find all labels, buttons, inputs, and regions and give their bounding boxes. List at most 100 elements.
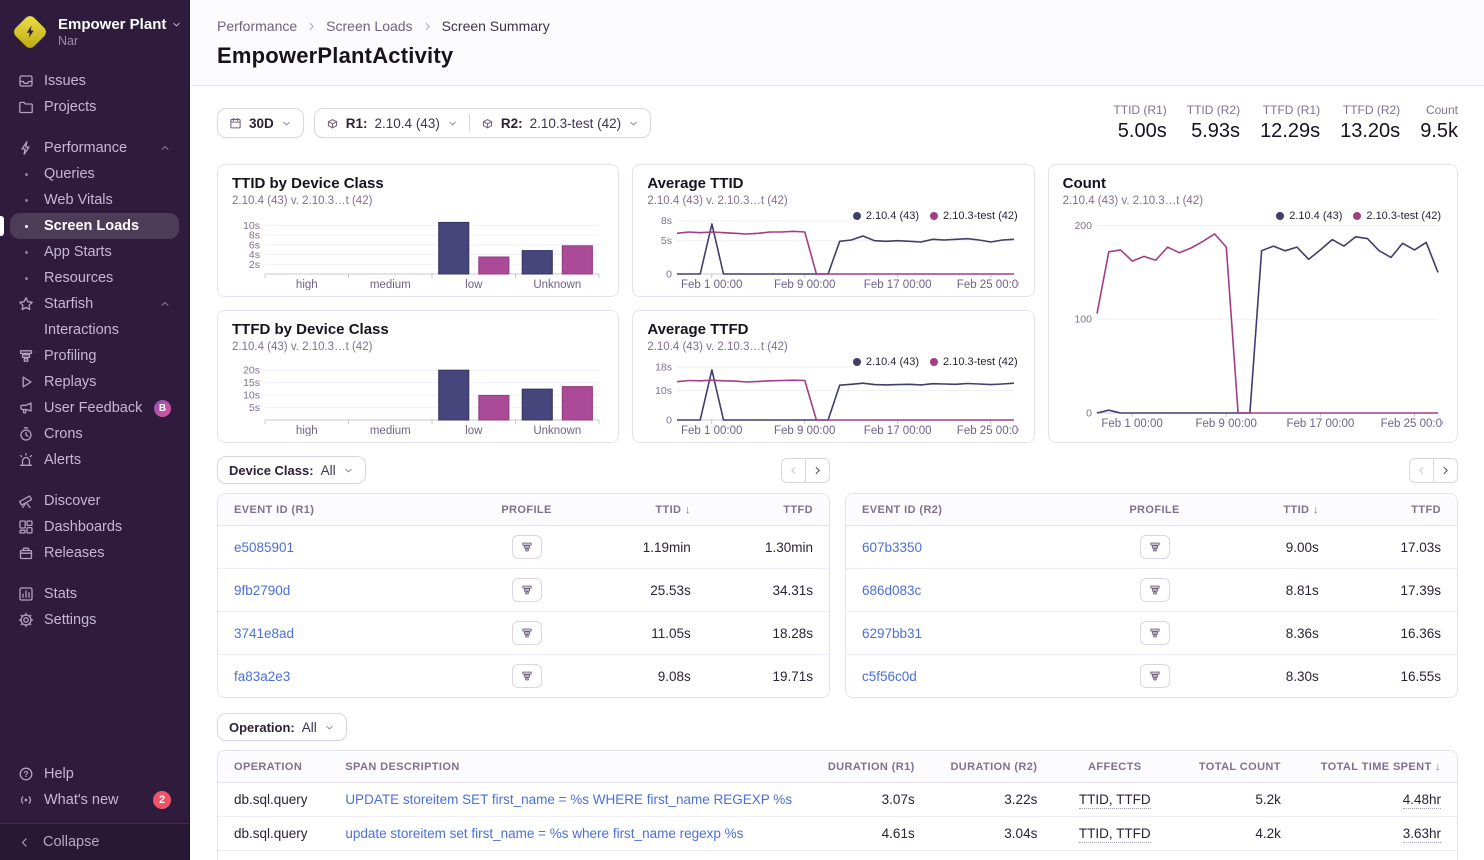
sidebar-item-releases[interactable]: Releases	[10, 540, 179, 566]
sidebar-item-alerts[interactable]: Alerts	[10, 447, 179, 473]
sidebar-item-profiling[interactable]: Profiling	[10, 343, 179, 369]
svg-text:18s: 18s	[655, 361, 672, 373]
profiling-icon	[1149, 670, 1161, 682]
span-description-link[interactable]: update storeitem set first_name = %s whe…	[345, 826, 743, 841]
sidebar-item-help[interactable]: Help	[10, 761, 179, 787]
sidebar-item-queries[interactable]: Queries	[10, 161, 179, 187]
profile-button[interactable]	[1140, 664, 1170, 688]
r2-table-pagination	[1409, 458, 1458, 483]
profile-button[interactable]	[512, 535, 542, 559]
sidebar-item-crons[interactable]: Crons	[10, 421, 179, 447]
sidebar-item-dashboards[interactable]: Dashboards	[10, 514, 179, 540]
event-id-link[interactable]: fa83a2e3	[234, 669, 290, 684]
main-content: Performance Screen Loads Screen Summary …	[190, 0, 1484, 860]
svg-text:Unknown: Unknown	[533, 279, 581, 290]
breadcrumb-screen-loads[interactable]: Screen Loads	[326, 18, 412, 34]
svg-text:Feb 1 00:00: Feb 1 00:00	[681, 425, 742, 436]
svg-text:low: low	[465, 425, 483, 436]
event-id-link[interactable]: 607b3350	[862, 540, 922, 555]
event-id-link[interactable]: e5085901	[234, 540, 294, 555]
date-range-filter[interactable]: 30D	[217, 108, 304, 138]
svg-text:high: high	[296, 279, 318, 290]
chart-legend[interactable]: 2.10.4 (43)2.10.3-test (42)	[1272, 210, 1441, 222]
column-span-description[interactable]: SPAN DESCRIPTION	[329, 751, 808, 783]
sidebar-item-starfish[interactable]: Starfish	[10, 291, 179, 317]
column-ttid-sorted[interactable]: TTID ↓	[585, 494, 707, 526]
column-operation[interactable]: OPERATION	[218, 751, 329, 783]
sidebar-item-performance[interactable]: Performance	[10, 135, 179, 161]
svg-text:5s: 5s	[249, 402, 260, 414]
svg-text:Feb 1 00:00: Feb 1 00:00	[1101, 418, 1162, 429]
affects-value[interactable]: TTID, TTFD	[1079, 792, 1151, 809]
collapse-sidebar-button[interactable]: Collapse	[0, 823, 189, 860]
column-total-time-spent-sorted[interactable]: TOTAL TIME SPENT ↓	[1297, 751, 1457, 783]
operation-filter[interactable]: Operation: All	[217, 713, 347, 741]
column-ttfd[interactable]: TTFD	[1335, 494, 1457, 526]
chart-legend[interactable]: 2.10.4 (43)2.10.3-test (42)	[849, 356, 1018, 368]
sidebar-item-whats-new[interactable]: What's new2	[10, 787, 179, 813]
sidebar-item-app-starts[interactable]: App Starts	[10, 239, 179, 265]
org-switcher[interactable]: Empower Plant Nar	[0, 0, 189, 62]
span-description-link[interactable]: UPDATE storeitem SET first_name = %s WHE…	[345, 792, 792, 807]
operation-cell: ui.load	[218, 851, 329, 860]
chart-legend[interactable]: 2.10.4 (43)2.10.3-test (42)	[849, 210, 1018, 222]
device-class-filter[interactable]: Device Class: All	[217, 456, 366, 484]
ttid-cell: 9.00s	[1213, 526, 1335, 569]
sidebar-item-projects[interactable]: Projects	[10, 94, 179, 120]
chart-title: TTFD by Device Class	[232, 321, 604, 338]
event-id-link[interactable]: 6297bb31	[862, 626, 922, 641]
previous-page-button[interactable]	[781, 458, 806, 483]
total-time-spent-link[interactable]: 3.63hr	[1403, 826, 1441, 843]
profile-button[interactable]	[512, 621, 542, 645]
breadcrumb-performance[interactable]: Performance	[217, 18, 297, 34]
sidebar-item-stats[interactable]: Stats	[10, 581, 179, 607]
sidebar-item-interactions[interactable]: Interactions	[10, 317, 179, 343]
spans-controls: Operation: All	[217, 713, 1458, 741]
release-1-filter[interactable]: R1: 2.10.4 (43)	[315, 109, 469, 137]
column-duration-r1[interactable]: DURATION (R1)	[808, 751, 931, 783]
affects-value[interactable]: TTID, TTFD	[1079, 826, 1151, 843]
profiling-icon	[1149, 627, 1161, 639]
chevron-right-icon	[1440, 465, 1451, 476]
svg-text:medium: medium	[370, 425, 411, 436]
chevron-down-icon	[324, 722, 335, 733]
profile-button[interactable]	[512, 578, 542, 602]
profile-button[interactable]	[1140, 621, 1170, 645]
sidebar-item-web-vitals[interactable]: Web Vitals	[10, 187, 179, 213]
sidebar-item-settings[interactable]: Settings	[10, 607, 179, 633]
org-name: Empower Plant	[58, 16, 166, 33]
chevron-up-icon	[159, 298, 171, 310]
event-id-link[interactable]: 686d083c	[862, 583, 921, 598]
svg-text:Feb 25 00:00: Feb 25 00:00	[957, 279, 1019, 290]
svg-text:0: 0	[666, 415, 672, 427]
total-time-spent-link[interactable]: 4.48hr	[1403, 792, 1441, 809]
column-duration-r2[interactable]: DURATION (R2)	[931, 751, 1054, 783]
column-event-id-r1[interactable]: EVENT ID (R1)	[218, 494, 469, 526]
column-ttfd[interactable]: TTFD	[707, 494, 829, 526]
sidebar-item-discover[interactable]: Discover	[10, 488, 179, 514]
sidebar-item-resources[interactable]: Resources	[10, 265, 179, 291]
event-id-link[interactable]: c5f56c0d	[862, 669, 917, 684]
profiling-icon	[521, 584, 533, 596]
previous-page-button[interactable]	[1409, 458, 1434, 483]
release-2-filter[interactable]: R2: 2.10.3-test (42)	[470, 109, 650, 137]
profile-button[interactable]	[512, 664, 542, 688]
event-id-link[interactable]: 3741e8ad	[234, 626, 294, 641]
chart-title: Average TTFD	[647, 321, 1019, 338]
profile-button[interactable]	[1140, 535, 1170, 559]
next-page-button[interactable]	[1433, 458, 1458, 483]
column-ttid-sorted[interactable]: TTID ↓	[1213, 494, 1335, 526]
r1-table-controls: Device Class: All	[217, 456, 830, 484]
column-event-id-r2[interactable]: EVENT ID (R2)	[846, 494, 1097, 526]
sidebar-item-issues[interactable]: Issues	[10, 68, 179, 94]
r1-events-table: EVENT ID (R1) PROFILE TTID ↓ TTFD e50859…	[217, 493, 830, 698]
chart-subtitle: 2.10.4 (43) v. 2.10.3…t (42)	[647, 341, 1019, 353]
r1-table-pagination	[781, 458, 830, 483]
event-id-link[interactable]: 9fb2790d	[234, 583, 290, 598]
sidebar-item-user-feedback[interactable]: User FeedbackB	[10, 395, 179, 421]
profile-button[interactable]	[1140, 578, 1170, 602]
next-page-button[interactable]	[805, 458, 830, 483]
sidebar-item-replays[interactable]: Replays	[10, 369, 179, 395]
sidebar-item-screen-loads[interactable]: Screen Loads	[10, 213, 179, 239]
column-total-count[interactable]: TOTAL COUNT	[1176, 751, 1297, 783]
